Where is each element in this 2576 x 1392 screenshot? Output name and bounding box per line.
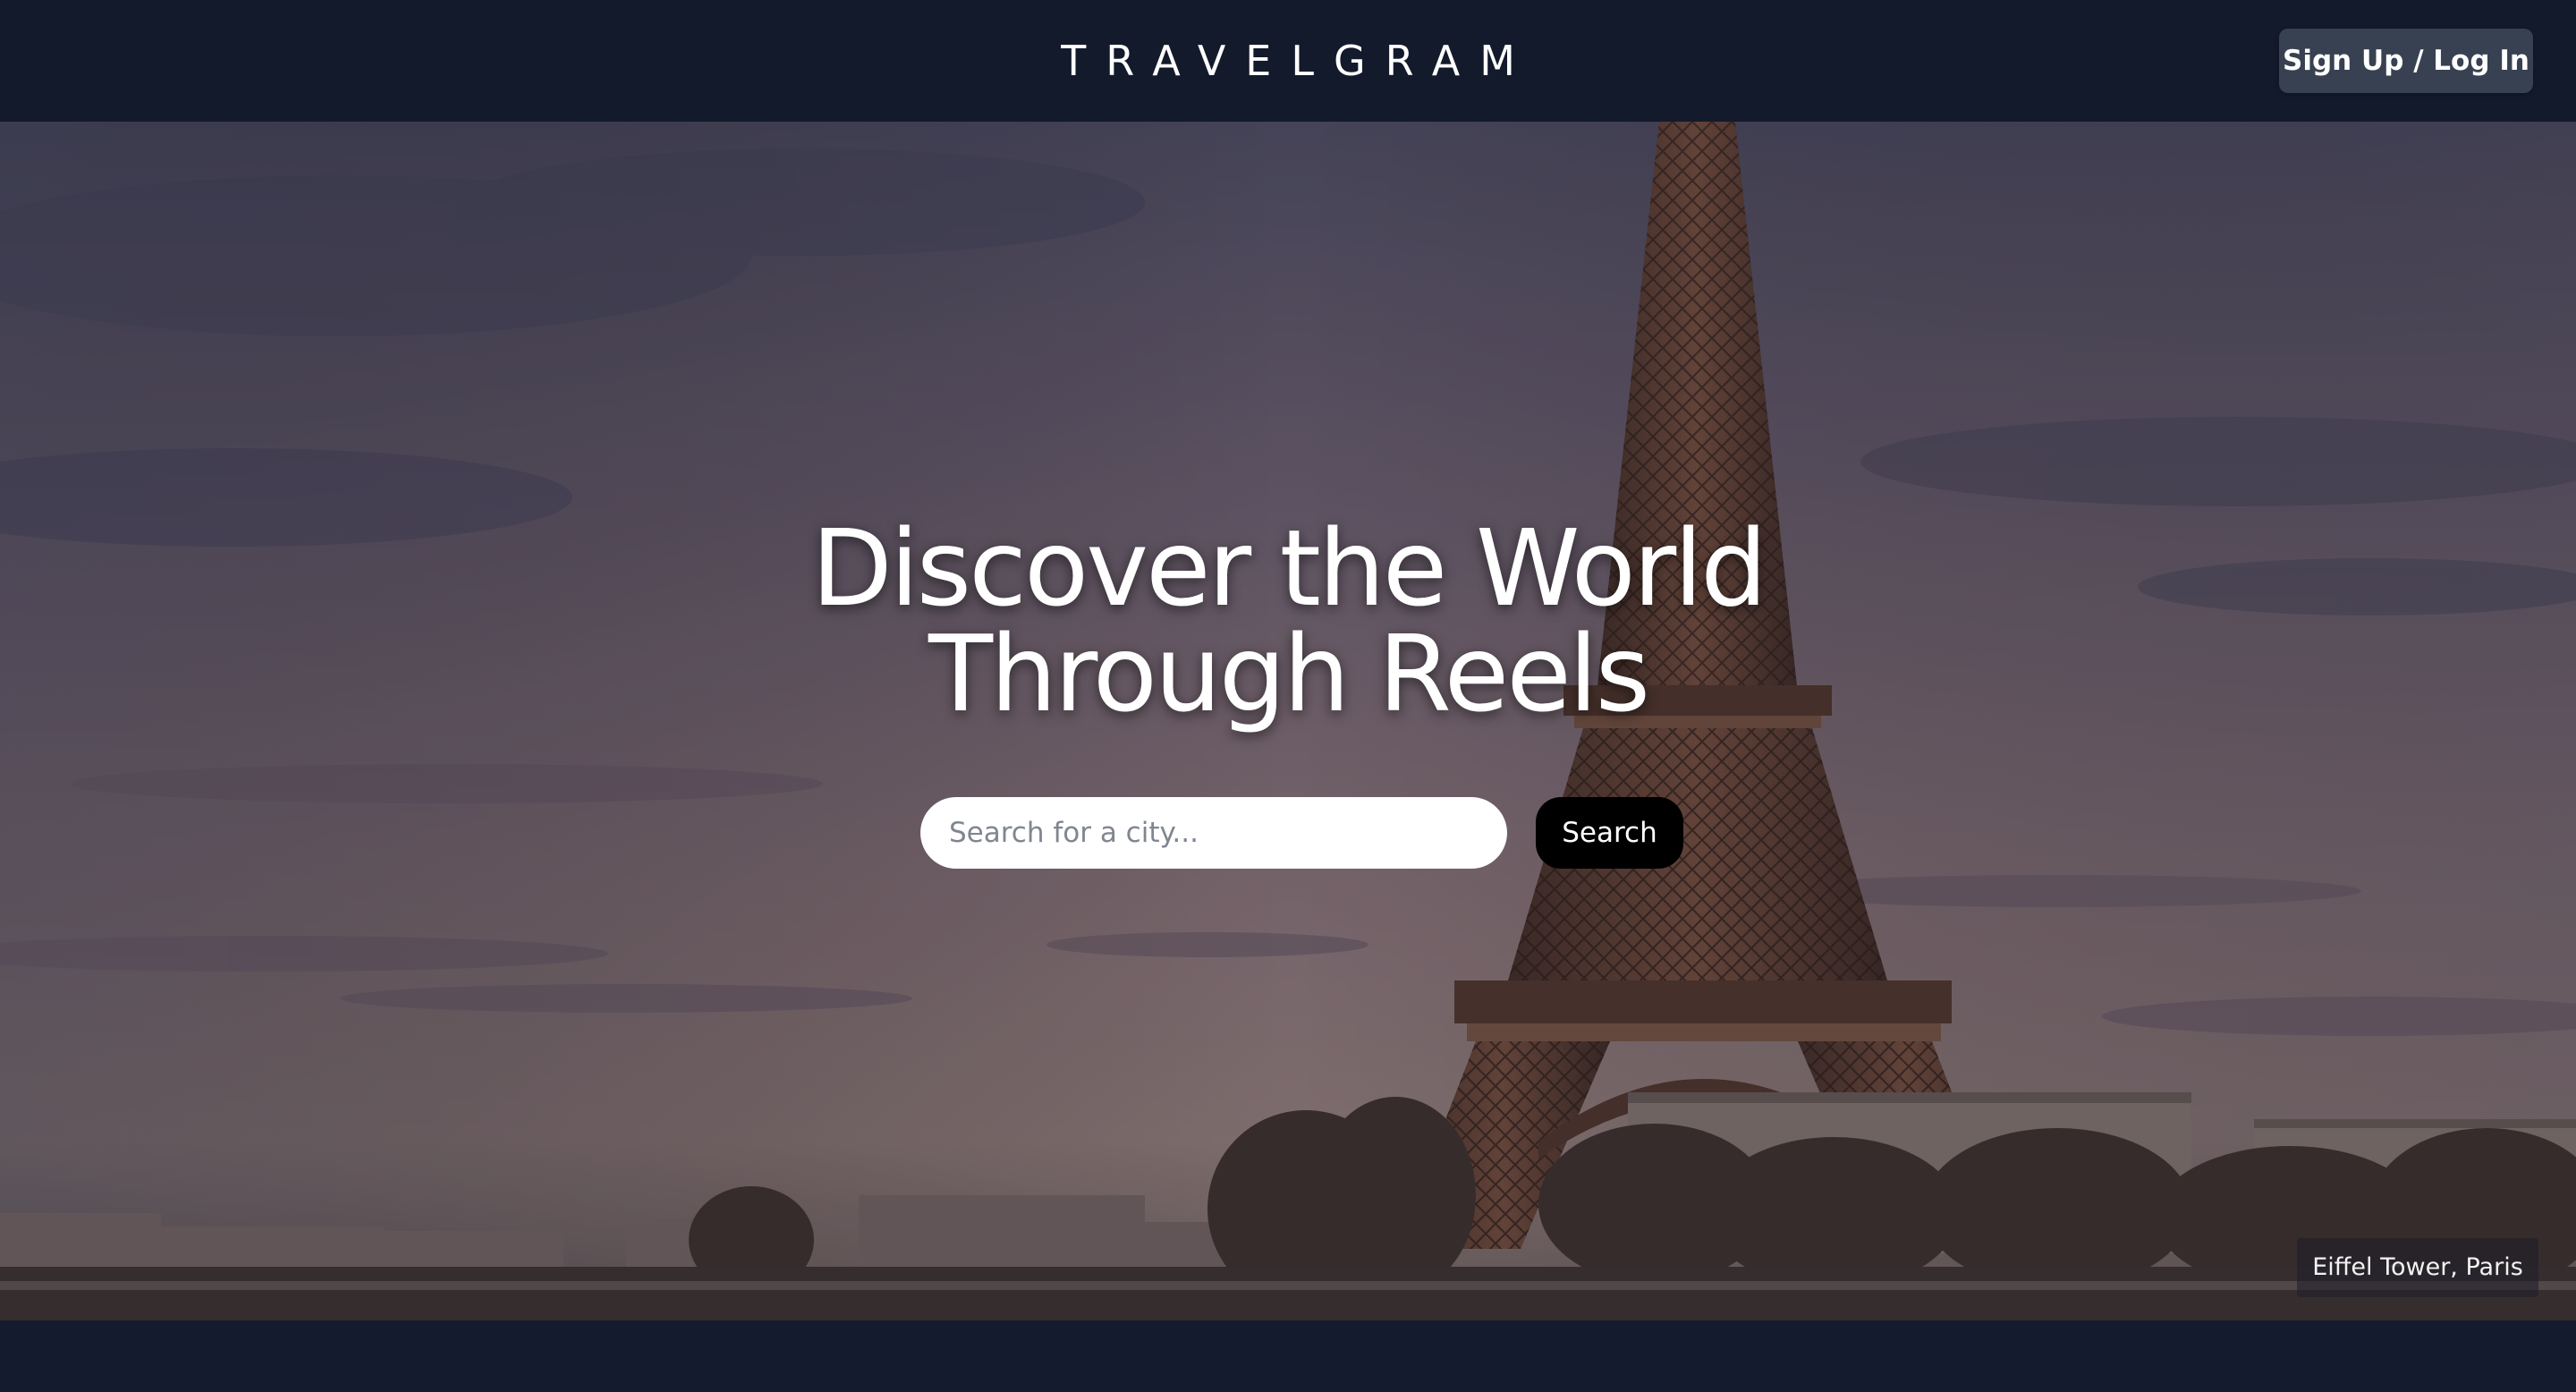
top-navbar: TRAVELGRAM Sign Up / Log In (0, 0, 2576, 122)
hero-headline-line-2: Through Reels (928, 612, 1650, 735)
city-search-bar: Search (920, 797, 1683, 869)
hero-headline-line-1: Discover the World (811, 506, 1767, 630)
location-caption: Eiffel Tower, Paris (2297, 1238, 2538, 1297)
hero-section: Discover the World Through Reels Search … (0, 122, 2576, 1320)
hero-headline: Discover the World Through Reels (0, 515, 2576, 726)
brand-logo[interactable]: TRAVELGRAM (0, 0, 2576, 122)
city-search-input[interactable] (920, 797, 1507, 869)
search-button[interactable]: Search (1536, 797, 1683, 869)
sign-up-log-in-button[interactable]: Sign Up / Log In (2279, 29, 2533, 93)
footer-strip (0, 1320, 2576, 1392)
